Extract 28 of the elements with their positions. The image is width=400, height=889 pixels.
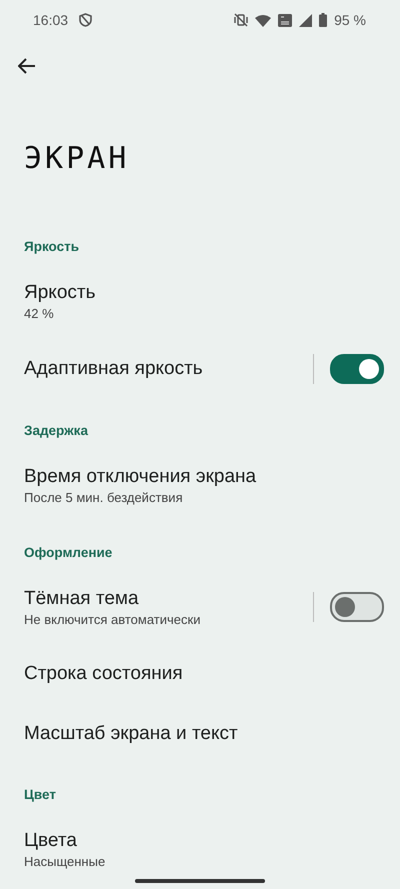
setting-summary: Насыщенные [24, 854, 106, 870]
setting-title[interactable]: Время отключения экрана [24, 464, 384, 490]
setting-summary: Не включится автоматически [24, 612, 202, 628]
shield-icon [79, 13, 92, 27]
setting-title[interactable]: Адаптивная яркость [24, 356, 313, 382]
vibrate-off-icon [234, 13, 248, 27]
section-header: Яркость [23, 238, 80, 256]
toggle-switch[interactable] [330, 592, 384, 622]
navigation-handle[interactable] [135, 879, 265, 883]
setting-title[interactable]: Цвета [24, 828, 384, 854]
section-header: Цвет [23, 786, 57, 804]
signal-icon [299, 14, 312, 26]
setting-title[interactable]: Тёмная тема [24, 586, 313, 612]
battery-percentage: 95 % [334, 12, 366, 28]
volte-icon [278, 14, 292, 26]
page-title: ЭКРАН [24, 140, 130, 176]
section-header: Задержка [23, 422, 90, 440]
battery-icon [319, 13, 328, 27]
setting-title[interactable]: Масштаб экрана и текст [24, 721, 384, 747]
setting-title[interactable]: Яркость [24, 280, 384, 306]
section-header: Оформление [23, 544, 114, 562]
setting-summary: 42 % [24, 306, 55, 322]
status-time: 16:03 [33, 12, 68, 28]
setting-summary: После 5 мин. бездействия [24, 490, 184, 506]
wifi-icon [255, 14, 272, 26]
back-arrow-icon[interactable] [18, 58, 36, 74]
toggle-switch[interactable] [330, 354, 384, 384]
setting-title[interactable]: Строка состояния [24, 661, 384, 687]
